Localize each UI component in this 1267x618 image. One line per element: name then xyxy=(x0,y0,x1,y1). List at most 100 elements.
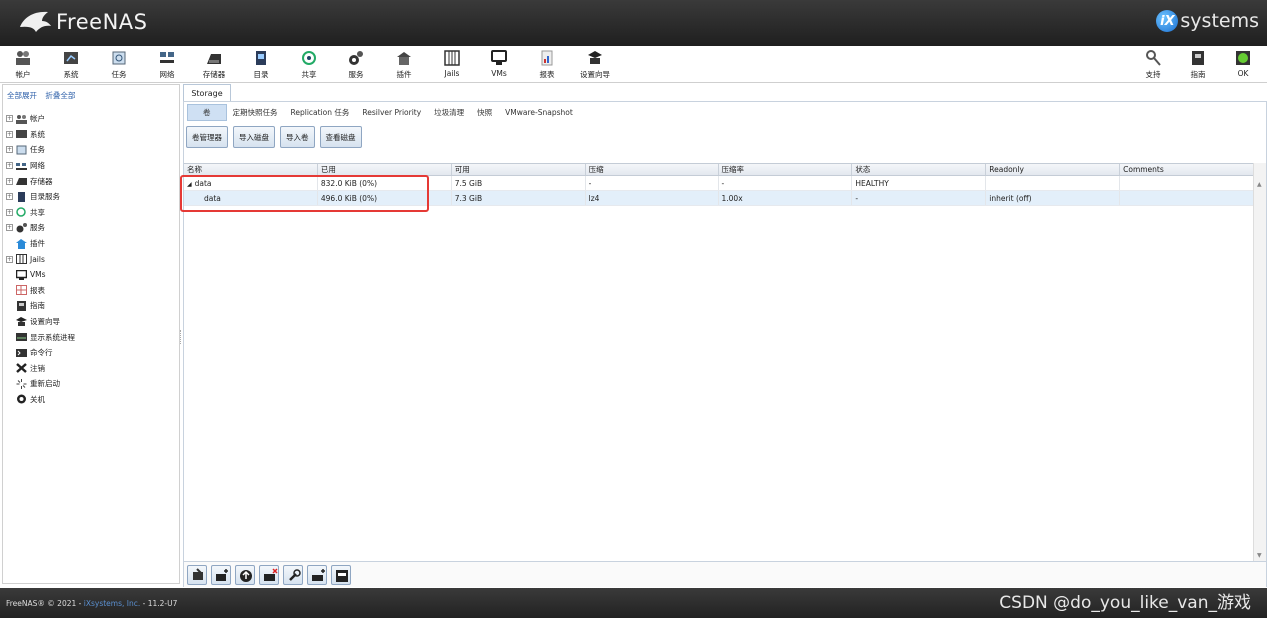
import-volume-button[interactable]: 导入卷 xyxy=(280,126,315,148)
subtab-volumes[interactable]: 卷 xyxy=(187,103,227,121)
tree-item-shell[interactable]: 命令行 xyxy=(6,345,176,361)
scroll-down-icon[interactable]: ▼ xyxy=(1257,552,1262,559)
tree-item-plugins[interactable]: 插件 xyxy=(6,236,176,252)
tree-item-processes[interactable]: 显示系统进程 xyxy=(6,329,176,345)
toolbar-guide-button[interactable]: 指南 xyxy=(1178,50,1218,80)
column-compression[interactable]: 压缩 xyxy=(586,164,719,175)
expand-icon[interactable]: + xyxy=(6,115,13,123)
expand-icon[interactable]: + xyxy=(6,224,13,232)
toolbar-support-button[interactable]: 支持 xyxy=(1133,50,1173,80)
volume-manager-button[interactable]: 卷管理器 xyxy=(186,126,228,148)
sharing-icon xyxy=(301,50,317,66)
detach-button[interactable] xyxy=(259,564,279,585)
subtab-snapshots[interactable]: 快照 xyxy=(474,105,495,120)
cell-compression: - xyxy=(586,176,719,190)
expand-icon[interactable]: + xyxy=(6,177,13,185)
services-icon xyxy=(16,222,27,233)
storage-icon xyxy=(206,50,222,66)
expand-all-link[interactable]: 全部展开 xyxy=(7,91,37,100)
toolbar-storage-button[interactable]: 存储器 xyxy=(194,50,234,80)
volume-status-button[interactable] xyxy=(331,564,351,585)
expand-icon[interactable]: + xyxy=(6,162,13,170)
tree-item-storage[interactable]: + 存储器 xyxy=(6,173,176,189)
expand-icon[interactable]: + xyxy=(6,255,13,263)
tree-item-logout[interactable]: 注销 xyxy=(6,361,176,377)
toolbar-system-button[interactable]: 系统 xyxy=(51,50,91,80)
vendor-link[interactable]: iXsystems, Inc. xyxy=(84,599,140,608)
toolbar-services-button[interactable]: 服务 xyxy=(336,50,376,80)
tree-item-sharing[interactable]: + 共享 xyxy=(6,205,176,221)
toolbar-directory-button[interactable]: 目录 xyxy=(241,50,281,80)
subtab-resilver-priority[interactable]: Resilver Priority xyxy=(359,106,424,119)
toolbar-wizard-button[interactable]: 设置向导 xyxy=(575,50,615,80)
expand-icon[interactable]: + xyxy=(6,208,13,216)
subtab-scrubs[interactable]: 垃圾清理 xyxy=(431,105,467,120)
view-disks-button[interactable]: 查看磁盘 xyxy=(319,126,362,148)
tree-item-shutdown[interactable]: 关机 xyxy=(6,392,176,408)
add-dataset-icon xyxy=(216,568,228,581)
import-disk-button[interactable]: 导入磁盘 xyxy=(233,126,275,148)
tab-storage[interactable]: Storage xyxy=(183,84,231,102)
subtab-vmware-snapshot[interactable]: VMware-Snapshot xyxy=(502,106,576,119)
storage-panel: 卷 定期快照任务 Replication 任务 Resilver Priorit… xyxy=(183,101,1267,587)
toolbar-tasks-button[interactable]: 任务 xyxy=(99,50,139,80)
collapse-all-link[interactable]: 折叠全部 xyxy=(45,91,75,100)
toolbar-network-button[interactable]: 网络 xyxy=(147,50,187,80)
column-status[interactable]: 状态 xyxy=(852,164,987,175)
toolbar-alert-button[interactable]: OK xyxy=(1223,50,1263,78)
scrub-button[interactable] xyxy=(283,564,303,585)
tree-item-tasks[interactable]: + 任务 xyxy=(6,142,176,158)
table-row[interactable]: data 496.0 KiB (0%) 7.3 GiB lz4 1.00x - … xyxy=(184,191,1254,206)
tree-item-directory[interactable]: + 目录服务 xyxy=(6,189,176,205)
column-available[interactable]: 可用 xyxy=(452,164,586,175)
subtab-periodic-snapshots[interactable]: 定期快照任务 xyxy=(230,105,281,120)
table-row[interactable]: ◢ data 832.0 KiB (0%) 7.5 GiB - - HEALTHY xyxy=(184,176,1254,191)
tree-item-network[interactable]: + 网络 xyxy=(6,158,176,174)
tree-item-reboot[interactable]: 重新启动 xyxy=(6,376,176,392)
cell-compression: lz4 xyxy=(586,191,719,205)
scroll-up-icon[interactable]: ▲ xyxy=(1257,181,1262,188)
storage-subtabs: 卷 定期快照任务 Replication 任务 Resilver Priorit… xyxy=(184,102,1266,122)
add-zvol-button[interactable] xyxy=(307,564,327,585)
freenas-logo[interactable]: FreeNAS xyxy=(18,9,147,35)
upgrade-icon xyxy=(240,569,252,582)
tree-item-system[interactable]: + 系统 xyxy=(6,127,176,143)
tree-item-services[interactable]: + 服务 xyxy=(6,220,176,236)
add-dataset-button[interactable] xyxy=(211,564,231,585)
expand-icon[interactable]: + xyxy=(6,130,13,138)
expand-icon[interactable]: + xyxy=(6,146,13,154)
freenas-shark-icon xyxy=(18,9,52,35)
edit-options-button[interactable] xyxy=(187,564,207,585)
tree-item-guide[interactable]: 指南 xyxy=(6,298,176,314)
directory-icon xyxy=(16,191,27,202)
column-used[interactable]: 已用 xyxy=(318,164,452,175)
cell-comments xyxy=(1120,191,1254,205)
upgrade-button[interactable] xyxy=(235,564,255,585)
toolbar-accounts-button[interactable]: 帐户 xyxy=(3,50,43,80)
subtab-replication[interactable]: Replication 任务 xyxy=(288,105,353,120)
toolbar-jails-button[interactable]: Jails xyxy=(432,50,472,78)
tree-item-jails[interactable]: + Jails xyxy=(6,251,176,267)
collapse-triangle-icon[interactable]: ◢ xyxy=(187,181,192,188)
toolbar-sharing-button[interactable]: 共享 xyxy=(289,50,329,80)
terminal-icon xyxy=(16,348,27,358)
cell-ratio: 1.00x xyxy=(719,191,853,205)
column-comments[interactable]: Comments xyxy=(1120,164,1254,175)
column-name[interactable]: 名称 xyxy=(184,164,318,175)
toolbar-plugins-button[interactable]: 插件 xyxy=(384,50,424,80)
vendor-name: systems xyxy=(1180,10,1259,32)
grid-scrollbar[interactable]: ▲ ▼ xyxy=(1253,163,1266,561)
toolbar-vms-button[interactable]: VMs xyxy=(479,50,519,78)
tree-item-vms[interactable]: VMs xyxy=(6,267,176,283)
detach-icon xyxy=(264,567,278,581)
tree-item-wizard[interactable]: 设置向导 xyxy=(6,314,176,330)
edit-options-icon xyxy=(193,567,203,580)
tree-item-accounts[interactable]: + 帐户 xyxy=(6,111,176,127)
tree-item-reports[interactable]: 报表 xyxy=(6,283,176,299)
logout-icon xyxy=(16,363,27,374)
toolbar-reports-button[interactable]: 报表 xyxy=(527,50,567,80)
cell-comments xyxy=(1120,176,1254,190)
expand-icon[interactable]: + xyxy=(6,193,13,201)
column-readonly[interactable]: Readonly xyxy=(986,164,1121,175)
column-compression-ratio[interactable]: 压缩率 xyxy=(719,164,853,175)
